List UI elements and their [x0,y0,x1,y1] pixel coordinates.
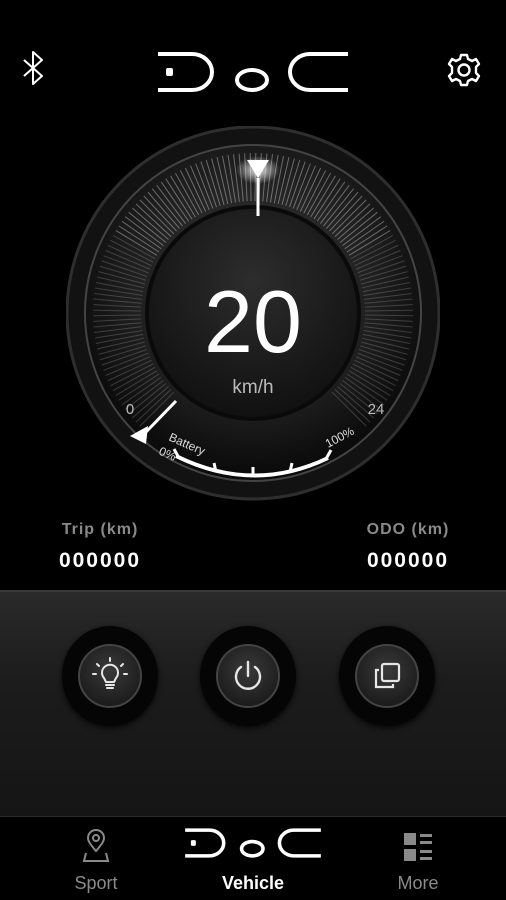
nav-item-more[interactable]: More [378,817,458,900]
trip-value: 000000 [58,549,142,572]
trip-stat: Trip (km) 000000 [44,521,156,573]
odo-value: 000000 [366,549,450,572]
dashboard-top: 0 24 20 km/h Battery 0% 100% Trip (km) 0… [0,0,506,590]
copy-icon [374,662,401,689]
speed-value: 20 [204,272,302,371]
grid-list-icon [404,833,432,861]
lightbulb-icon [92,657,128,689]
nav-item-vehicle[interactable]: Vehicle [173,817,333,900]
odo-stat: ODO (km) 000000 [352,521,464,573]
trip-label: Trip (km) [61,521,139,538]
nav-label-vehicle: Vehicle [221,873,285,893]
speed-unit: km/h [232,377,273,398]
doc-logo [158,52,348,92]
gear-icon [447,53,481,87]
power-button[interactable] [200,626,296,726]
speed-gauge: 0 24 20 km/h Battery 0% 100% [66,126,440,501]
map-pin-icon [82,829,110,862]
nav-item-sport[interactable]: Sport [56,817,136,900]
odo-label: ODO (km) [366,521,450,538]
bluetooth-button[interactable] [14,48,54,88]
scale-max-label: 24 [368,401,385,418]
bluetooth-icon [23,51,43,85]
scale-min-label: 0 [126,401,134,418]
light-button[interactable] [62,626,158,726]
settings-button[interactable] [442,48,486,92]
bottom-nav: Sport Vehicle More [0,816,506,900]
nav-label-sport: Sport [74,873,118,893]
power-icon [234,660,262,690]
nav-label-more: More [397,873,439,893]
doc-logo-icon [185,828,321,858]
copy-button[interactable] [339,626,435,726]
